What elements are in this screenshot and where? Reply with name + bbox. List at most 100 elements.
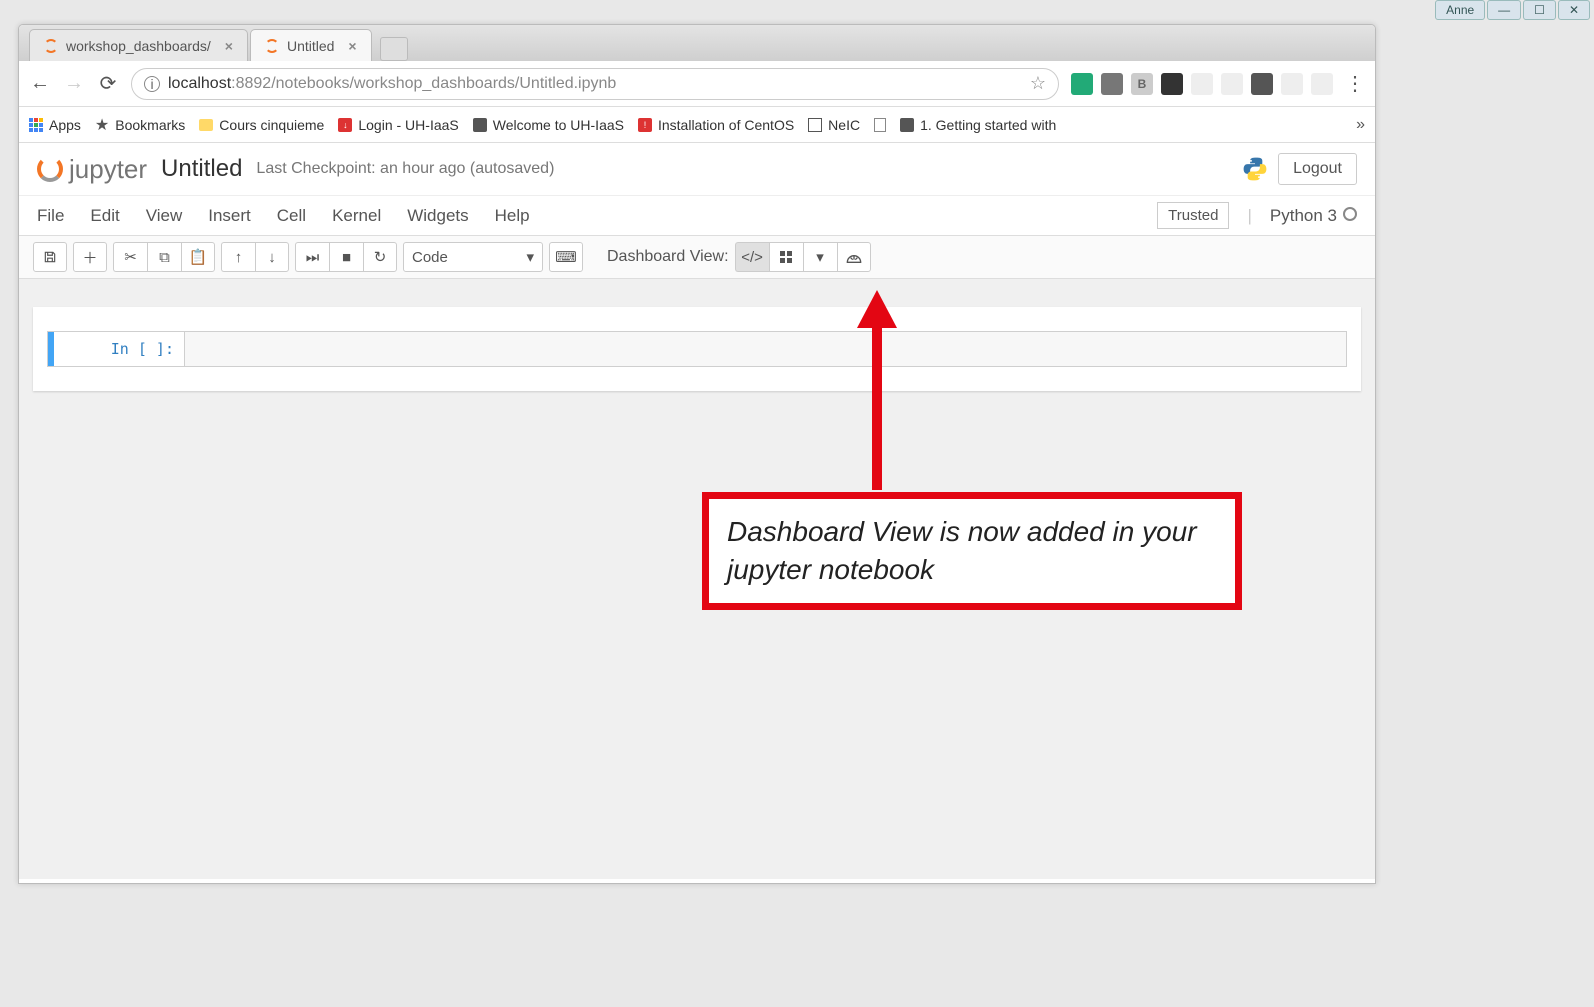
bookmark-star-icon[interactable]: ☆ [1030, 73, 1046, 94]
cell-type-select[interactable]: Code▾ [403, 242, 543, 272]
command-palette-button[interactable]: ⌨ [549, 242, 583, 272]
jupyter-logo[interactable]: jupyter [37, 154, 147, 185]
jupyter-header: jupyter Untitled Last Checkpoint: an hou… [19, 143, 1375, 195]
dashboard-icon [846, 250, 862, 264]
folder-icon [199, 119, 213, 131]
kernel-name[interactable]: Python 3 [1270, 206, 1357, 226]
bookmarks-overflow-button[interactable]: » [1356, 116, 1365, 134]
browser-tabs-row: workshop_dashboards/ × Untitled × [19, 25, 1375, 61]
checkpoint-status: Last Checkpoint: an hour ago (autosaved) [256, 160, 554, 178]
bookmarks-folder[interactable]: ★ Bookmarks [95, 115, 185, 135]
extension-icon[interactable]: B [1131, 73, 1153, 95]
menu-kernel[interactable]: Kernel [332, 206, 381, 226]
save-icon [43, 250, 57, 264]
new-tab-button[interactable] [380, 37, 408, 61]
address-bar[interactable]: i localhost:8892/notebooks/workshop_dash… [131, 68, 1059, 100]
dashboard-grid-view-button[interactable] [769, 242, 803, 272]
extension-icon[interactable] [1311, 73, 1333, 95]
chevron-down-icon: ▾ [526, 248, 534, 266]
kernel-status-icon [1343, 207, 1357, 221]
annotation-arrow [852, 290, 912, 500]
site-icon [808, 118, 822, 132]
extension-icon[interactable] [1251, 73, 1273, 95]
back-button[interactable]: ← [29, 72, 51, 95]
forward-button[interactable]: → [63, 72, 85, 95]
dashboard-preview-button[interactable] [837, 242, 871, 272]
paste-button[interactable]: 📋 [181, 242, 215, 272]
run-button[interactable]: ⏭ [295, 242, 329, 272]
browser-tab-workshop[interactable]: workshop_dashboards/ × [29, 29, 248, 61]
annotation-callout: Dashboard View is now added in your jupy… [702, 492, 1242, 610]
jupyter-favicon-icon [265, 39, 279, 53]
python-icon [1242, 156, 1268, 182]
tab-close-icon[interactable]: × [348, 38, 356, 54]
extension-icon[interactable] [1191, 73, 1213, 95]
bookmark-item[interactable]: NeIC [808, 117, 860, 133]
code-input-area[interactable] [184, 332, 1346, 366]
notebook-container: In [ ]: [33, 307, 1361, 391]
dashboard-view-label: Dashboard View: [607, 248, 729, 266]
bookmark-item[interactable] [874, 118, 886, 132]
apps-button[interactable]: Apps [29, 117, 81, 133]
interrupt-button[interactable]: ■ [329, 242, 363, 272]
bookmark-item[interactable]: Welcome to UH-IaaS [473, 117, 624, 133]
menu-file[interactable]: File [37, 206, 64, 226]
extension-icon[interactable] [1281, 73, 1303, 95]
jupyter-toolbar: ＋ ✂ ⧉ 📋 ↑ ↓ ⏭ ■ ↻ Code▾ ⌨ Dashboard View… [19, 235, 1375, 279]
annotation-text: Dashboard View is now added in your jupy… [727, 516, 1197, 585]
menu-edit[interactable]: Edit [90, 206, 119, 226]
close-window-button[interactable]: ✕ [1558, 0, 1590, 20]
minimize-button[interactable]: — [1487, 0, 1521, 20]
site-info-icon[interactable]: i [144, 76, 160, 92]
dashboard-view-dropdown-button[interactable]: ▾ [803, 242, 837, 272]
tab-close-icon[interactable]: × [225, 38, 233, 54]
browser-tab-untitled[interactable]: Untitled × [250, 29, 372, 61]
doc-icon [874, 118, 886, 132]
maximize-button[interactable]: ☐ [1523, 0, 1556, 20]
user-badge: Anne [1435, 0, 1485, 20]
notebook-title[interactable]: Untitled [161, 155, 242, 183]
bookmarks-bar: Apps ★ Bookmarks Cours cinquieme ↓Login … [19, 107, 1375, 143]
copy-button[interactable]: ⧉ [147, 242, 181, 272]
menu-widgets[interactable]: Widgets [407, 206, 468, 226]
tab-title: Untitled [287, 38, 334, 54]
star-icon: ★ [95, 115, 109, 135]
site-icon [900, 118, 914, 132]
extension-icon[interactable] [1101, 73, 1123, 95]
extension-icon[interactable] [1071, 73, 1093, 95]
jupyter-favicon-icon [44, 39, 58, 53]
bookmark-item[interactable]: Cours cinquieme [199, 117, 324, 133]
add-cell-button[interactable]: ＋ [73, 242, 107, 272]
menu-help[interactable]: Help [495, 206, 530, 226]
move-up-button[interactable]: ↑ [221, 242, 255, 272]
extension-icon[interactable] [1221, 73, 1243, 95]
menu-insert[interactable]: Insert [208, 206, 251, 226]
site-icon: ! [638, 118, 652, 132]
os-window-controls: Anne — ☐ ✕ [1435, 0, 1590, 20]
reload-button[interactable]: ⟳ [97, 71, 119, 96]
grid-icon [779, 250, 793, 264]
url-path: :8892/notebooks/workshop_dashboards/Unti… [231, 75, 616, 93]
logout-button[interactable]: Logout [1278, 153, 1357, 185]
bookmark-item[interactable]: 1. Getting started with [900, 117, 1056, 133]
cut-button[interactable]: ✂ [113, 242, 147, 272]
code-cell[interactable]: In [ ]: [47, 331, 1347, 367]
site-icon [473, 118, 487, 132]
extensions-area: B [1071, 73, 1333, 95]
browser-toolbar: ← → ⟳ i localhost:8892/notebooks/worksho… [19, 61, 1375, 107]
input-prompt: In [ ]: [54, 332, 184, 366]
restart-button[interactable]: ↻ [363, 242, 397, 272]
menu-cell[interactable]: Cell [277, 206, 306, 226]
browser-menu-button[interactable]: ⋮ [1345, 71, 1365, 96]
save-button[interactable] [33, 242, 67, 272]
browser-window: workshop_dashboards/ × Untitled × ← → ⟳ … [18, 24, 1376, 884]
url-host: localhost [168, 75, 231, 93]
move-down-button[interactable]: ↓ [255, 242, 289, 272]
extension-icon[interactable] [1161, 73, 1183, 95]
menu-view[interactable]: View [146, 206, 183, 226]
bookmark-item[interactable]: !Installation of CentOS [638, 117, 794, 133]
dashboard-notebook-view-button[interactable]: </> [735, 242, 769, 272]
bookmark-item[interactable]: ↓Login - UH-IaaS [338, 117, 458, 133]
apps-grid-icon [29, 118, 43, 132]
trusted-indicator[interactable]: Trusted [1157, 202, 1229, 229]
